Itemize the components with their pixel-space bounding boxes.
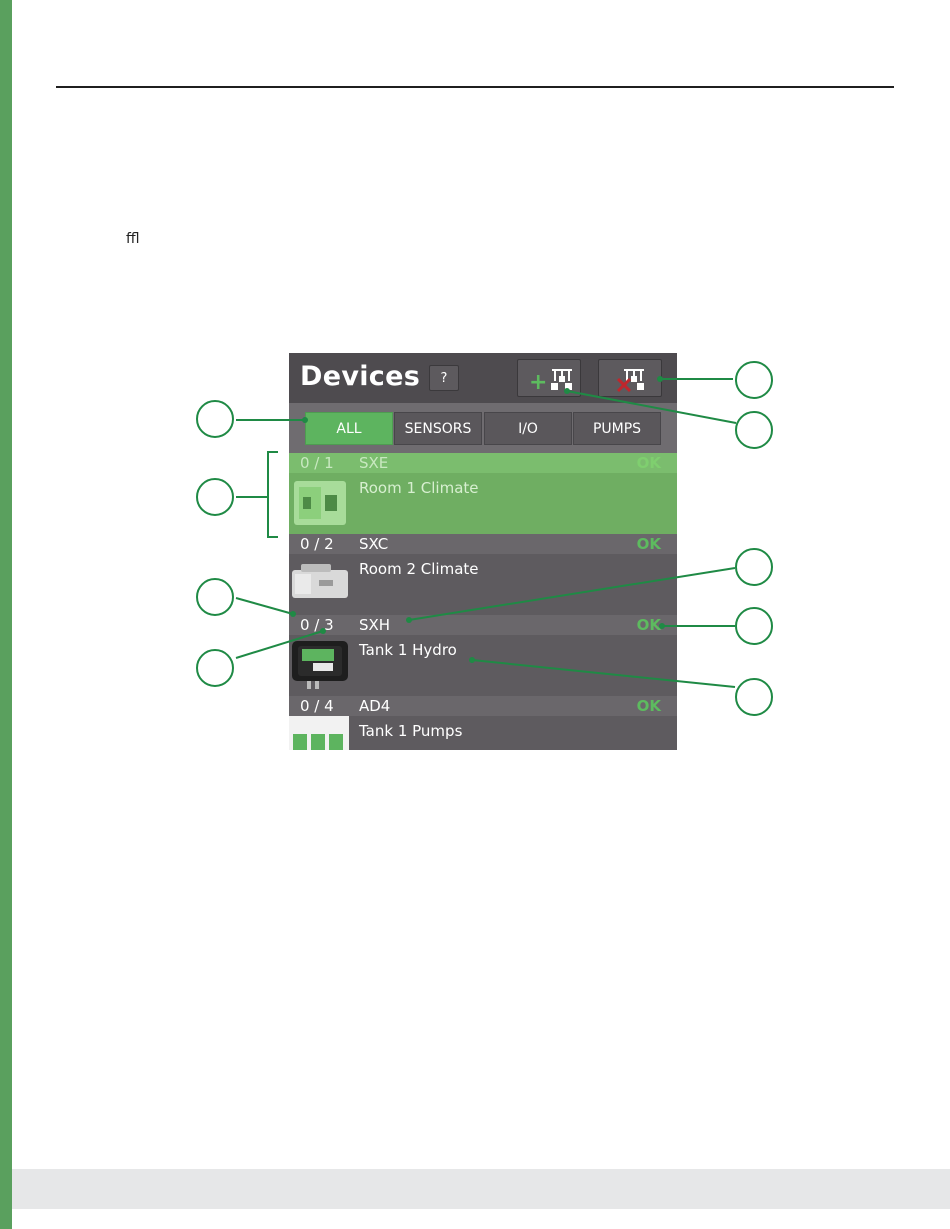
device-name: Tank 1 Hydro bbox=[359, 641, 457, 659]
remove-network-icon bbox=[616, 369, 644, 393]
devices-panel: Devices ? + ALL SENSORS I/O PUMPS 0 / 1 … bbox=[289, 353, 677, 750]
climate-sensor-thumbnail bbox=[292, 564, 348, 598]
device-row-header[interactable]: 0 / 4 AD4 OK bbox=[289, 696, 677, 716]
device-name: Room 2 Climate bbox=[359, 560, 479, 578]
callout-circle bbox=[196, 649, 234, 687]
body-text-fragment: ﬄ bbox=[126, 231, 140, 247]
device-type: SXC bbox=[359, 535, 389, 553]
callout-circle bbox=[196, 478, 234, 516]
device-status: OK bbox=[636, 697, 661, 715]
tab-all[interactable]: ALL bbox=[305, 412, 393, 445]
page-side-bar bbox=[0, 0, 12, 1229]
device-status: OK bbox=[636, 616, 661, 634]
devices-header: Devices ? + bbox=[289, 353, 677, 403]
sensor-device-thumbnail bbox=[294, 481, 346, 525]
device-type: AD4 bbox=[359, 697, 391, 715]
callout-circle bbox=[735, 607, 773, 645]
callout-circle bbox=[735, 548, 773, 586]
device-row-header[interactable]: 0 / 1 SXE OK bbox=[289, 453, 677, 473]
device-row[interactable]: Room 2 Climate bbox=[289, 554, 677, 615]
filter-tabs: ALL SENSORS I/O PUMPS bbox=[289, 403, 677, 453]
callout-leader bbox=[235, 597, 294, 615]
tab-io[interactable]: I/O bbox=[484, 412, 572, 445]
device-name: Room 1 Climate bbox=[359, 479, 479, 497]
selection-bracket bbox=[267, 451, 278, 538]
page-title: Devices bbox=[300, 361, 421, 392]
add-network-icon: + bbox=[529, 369, 572, 395]
device-row[interactable]: Room 1 Climate bbox=[289, 473, 677, 534]
device-address: 0 / 1 bbox=[300, 454, 334, 472]
device-type: SXH bbox=[359, 616, 391, 634]
callout-circle bbox=[735, 411, 773, 449]
svg-text:+: + bbox=[529, 370, 547, 395]
callout-circle bbox=[735, 361, 773, 399]
device-row[interactable]: Tank 1 Hydro bbox=[289, 635, 677, 696]
remove-network-button[interactable] bbox=[598, 359, 662, 397]
hydro-sensor-thumbnail bbox=[292, 641, 348, 689]
device-status: OK bbox=[636, 535, 661, 553]
tab-pumps[interactable]: PUMPS bbox=[573, 412, 661, 445]
device-row-header[interactable]: 0 / 2 SXC OK bbox=[289, 534, 677, 554]
device-address: 0 / 2 bbox=[300, 535, 334, 553]
help-button[interactable]: ? bbox=[429, 365, 459, 391]
pump-controller-thumbnail bbox=[289, 716, 349, 750]
device-row-header[interactable]: 0 / 3 SXH OK bbox=[289, 615, 677, 635]
device-status: OK bbox=[636, 454, 661, 472]
add-network-button[interactable]: + bbox=[517, 359, 581, 397]
device-address: 0 / 4 bbox=[300, 697, 334, 715]
device-row[interactable]: Tank 1 Pumps bbox=[289, 716, 677, 750]
page-footer-band bbox=[12, 1169, 950, 1209]
callout-circle bbox=[196, 578, 234, 616]
tab-sensors[interactable]: SENSORS bbox=[394, 412, 482, 445]
callout-circle bbox=[735, 678, 773, 716]
callout-circle bbox=[196, 400, 234, 438]
header-rule bbox=[56, 86, 894, 88]
device-address: 0 / 3 bbox=[300, 616, 334, 634]
device-type: SXE bbox=[359, 454, 389, 472]
device-name: Tank 1 Pumps bbox=[359, 722, 463, 740]
